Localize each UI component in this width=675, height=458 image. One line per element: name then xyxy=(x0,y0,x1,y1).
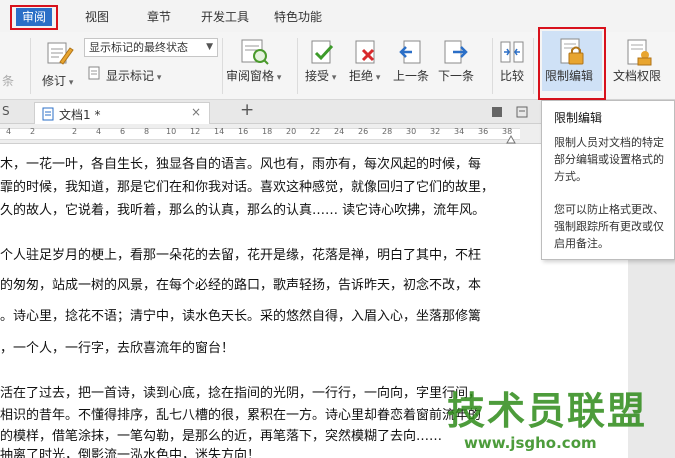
accept-button[interactable]: 接受 xyxy=(305,67,336,84)
ruler-number: 18 xyxy=(262,127,273,136)
accept-icon xyxy=(311,40,334,64)
reject-button[interactable]: 拒绝 xyxy=(349,67,380,84)
separator xyxy=(533,38,534,94)
compare-icon xyxy=(500,41,524,63)
tab-review[interactable]: 审阅 xyxy=(16,8,52,26)
prev-comment-partial[interactable]: 条 xyxy=(2,72,14,89)
revise-icon xyxy=(47,42,74,65)
restrict-edit-tooltip: 限制编辑 限制人员对文档的特定部分编辑或设置格式的方式。 您可以防止格式更改、强… xyxy=(541,100,675,260)
tab-chapter[interactable]: 章节 xyxy=(147,8,171,25)
ruler-number: 4 xyxy=(6,127,12,136)
tooltip-description: 限制人员对文档的特定部分编辑或设置格式的方式。 xyxy=(554,136,664,183)
separator xyxy=(30,38,31,94)
tab-view[interactable]: 视图 xyxy=(85,8,109,25)
ruler-number: 24 xyxy=(334,127,345,136)
next-change-icon xyxy=(444,40,468,64)
new-tab-button[interactable]: + xyxy=(240,100,254,120)
ruler-number: 8 xyxy=(144,127,150,136)
document-line: 木，一花一叶，各自生长，独显各自的语言。风也有，雨亦有，每次风起的时候，每 xyxy=(0,157,482,172)
ruler-number: 14 xyxy=(214,127,225,136)
document-line: 的模样，借笔涂抹，一笔勾勒，是那么的近，再笔落下，突然模糊了去向…… xyxy=(0,429,443,444)
ruler-number: 12 xyxy=(190,127,201,136)
ruler-track xyxy=(0,128,520,140)
ruler-number: 16 xyxy=(238,127,249,136)
revise-button[interactable]: 修订 xyxy=(42,72,73,89)
ruler-number: 2 xyxy=(72,127,78,136)
tab-menu-icon[interactable] xyxy=(491,106,503,118)
document-tab-label: 文档1 * xyxy=(59,108,101,122)
ruler-number: 22 xyxy=(310,127,321,136)
document-line: 抽离了时光，倒影流一泓水色中，迷失方向！ xyxy=(0,448,261,458)
separator xyxy=(492,38,493,94)
document-line: 相识的昔年。不懂得排序，乱七八槽的很，累积在一方。诗心里却眷恋着窗前流年的 xyxy=(0,408,482,423)
document-rights-button[interactable]: 文档权限 xyxy=(613,67,661,84)
watermark-url: www.jsgho.com xyxy=(464,434,597,452)
restrict-edit-highlight xyxy=(538,27,606,100)
separator xyxy=(222,38,223,94)
document-line: 霏的时候，我知道，那是它们在和你我对话。喜欢这种感觉，就像回归了它们的故里， xyxy=(0,180,495,195)
ruler-number: 34 xyxy=(454,127,465,136)
show-markup-button[interactable]: 显示标记 xyxy=(106,67,161,84)
ruler-number: 2 xyxy=(30,127,36,136)
ruler-number: 30 xyxy=(406,127,417,136)
indent-marker-icon[interactable] xyxy=(506,134,516,144)
document-tab[interactable]: 文档1 * × xyxy=(34,102,210,124)
previous-change-icon xyxy=(399,40,421,64)
ruler-number: 20 xyxy=(286,127,297,136)
ruler-number: 32 xyxy=(430,127,441,136)
document-line: 的匆匆，站成一树的风景，在每个必经的路口，歌声轻扬，告诉昨天，初念不改，本 xyxy=(0,278,482,293)
tab-list-icon[interactable] xyxy=(516,106,528,118)
document-line: 久的故人，它说着，我听着，那么的认真，那么的认真…… 读它诗心吹拂，流年风。 xyxy=(0,203,486,218)
tab-special[interactable]: 特色功能 xyxy=(274,8,322,25)
markup-state-select[interactable]: 显示标记的最终状态 ▼ xyxy=(84,38,218,57)
next-change-button[interactable]: 下一条 xyxy=(438,67,474,84)
markup-state-value: 显示标记的最终状态 xyxy=(89,41,188,54)
watermark-logo: 技术员联盟 xyxy=(447,389,648,433)
document-rights-icon xyxy=(627,39,652,66)
reject-icon xyxy=(355,40,375,64)
document-line: ，一个人，一行字，去欣喜流年的窗台！ xyxy=(0,341,235,356)
ruler-number: 6 xyxy=(120,127,126,136)
ruler-number: 36 xyxy=(478,127,489,136)
review-pane-icon xyxy=(241,39,269,65)
document-icon xyxy=(42,107,54,121)
tooltip-title: 限制编辑 xyxy=(554,111,603,125)
separator xyxy=(297,38,298,94)
document-line: 个人驻足岁月的梗上，看那一朵花的去留，花开是缘，花落是禅，明白了其中，不枉 xyxy=(0,248,482,263)
document-line: 。诗心里，捻花不语；清宁中，读水色天长。采的悠然自得，入眉入心，坐落那修篱 xyxy=(0,309,482,324)
ruler-number: 10 xyxy=(166,127,177,136)
tab-developer[interactable]: 开发工具 xyxy=(201,8,249,25)
close-icon[interactable]: × xyxy=(191,105,201,119)
ruler-number: 28 xyxy=(382,127,393,136)
previous-change-button[interactable]: 上一条 xyxy=(393,67,429,84)
document-line: 活在了过去，把一首诗，读到心底，捻在指间的光阴，一行行，一向向，字里行间， xyxy=(0,386,482,401)
tooltip-detail: 您可以防止格式更改、强制跟踪所有更改或仅启用备注。 xyxy=(554,203,664,250)
show-markup-icon xyxy=(88,66,100,80)
review-pane-button[interactable]: 审阅窗格 xyxy=(226,67,281,84)
chevron-down-icon: ▼ xyxy=(206,42,213,52)
prev-tab-partial[interactable]: S xyxy=(2,104,10,118)
compare-button[interactable]: 比较 xyxy=(500,67,524,84)
ruler-number: 4 xyxy=(96,127,102,136)
ruler-number: 26 xyxy=(358,127,369,136)
